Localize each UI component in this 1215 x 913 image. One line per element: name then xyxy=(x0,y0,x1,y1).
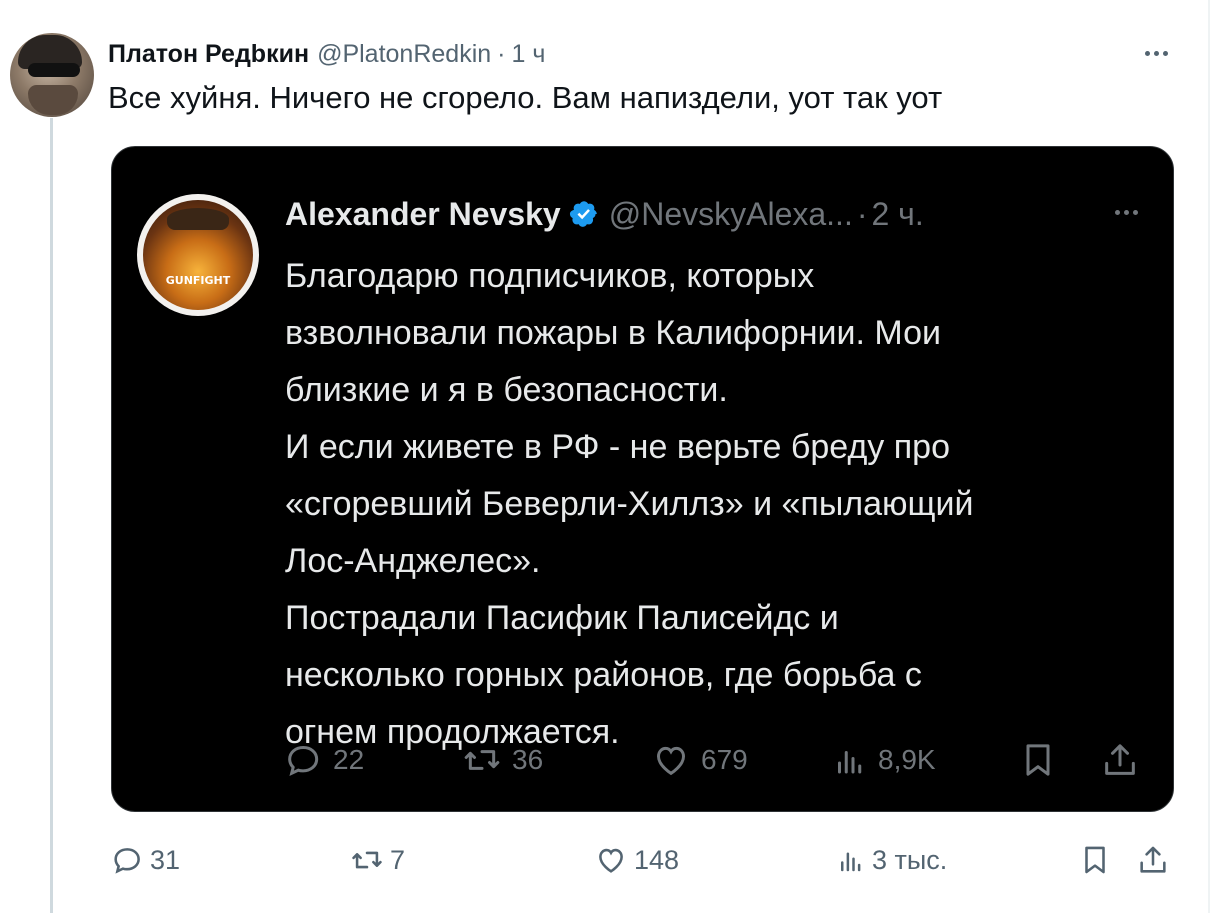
avatar[interactable] xyxy=(10,33,94,117)
reply-icon xyxy=(288,745,319,777)
reply-count: 22 xyxy=(333,744,365,775)
separator-dot: · xyxy=(497,39,506,68)
quoted-text-line: Лос-Анджелес». xyxy=(285,542,541,580)
reply-count: 31 xyxy=(150,844,181,875)
like-count: 148 xyxy=(634,844,680,875)
heart-icon xyxy=(656,746,686,776)
quoted-text-line: Пострадали Пасифик Палисейдс и xyxy=(285,599,839,637)
views-count: 3 тыс. xyxy=(872,844,948,875)
tweet-header: Платон Редbкин @PlatonRedkin · 1 ч xyxy=(108,36,545,72)
quoted-timestamp[interactable]: 2 ч. xyxy=(871,196,923,233)
more-options-button[interactable] xyxy=(1136,38,1176,68)
thread-connector-line xyxy=(50,118,53,913)
avatar-beard xyxy=(28,85,78,115)
avatar-logo-text: GUNFIGHT xyxy=(165,274,231,287)
views-button[interactable]: 3 тыс. xyxy=(836,842,947,878)
quoted-repost-button[interactable]: 36 xyxy=(462,738,543,782)
bookmark-button[interactable] xyxy=(1078,842,1112,878)
share-icon xyxy=(1140,846,1166,873)
quoted-tweet-header: Alexander Nevsky @NevskyAlexa... · 2 ч. xyxy=(285,194,924,234)
repost-icon xyxy=(464,750,500,770)
bookmark-icon xyxy=(1026,744,1050,776)
quoted-more-options-button[interactable] xyxy=(1106,202,1146,222)
more-dot-icon xyxy=(1144,50,1150,56)
quoted-author-handle[interactable]: @NevskyAlexa... xyxy=(609,196,853,233)
more-dot-icon xyxy=(1132,209,1138,215)
views-count: 8,9K xyxy=(878,744,936,775)
share-icon xyxy=(1105,744,1135,775)
quoted-share-button[interactable] xyxy=(1100,738,1140,782)
quoted-text-line: Благодарю подписчиков, которых xyxy=(285,257,815,295)
quoted-like-button[interactable]: 679 xyxy=(651,738,748,782)
author-handle[interactable]: @PlatonRedkin xyxy=(317,40,491,69)
repost-count: 36 xyxy=(512,744,544,775)
quoted-avatar[interactable]: GUNFIGHT xyxy=(137,194,259,316)
more-dot-icon xyxy=(1123,209,1129,215)
avatar-hat xyxy=(167,208,229,230)
repost-icon xyxy=(352,851,382,869)
quoted-tweet-text: Благодарю подписчиков, которых взволнова… xyxy=(285,248,1155,761)
like-button[interactable]: 148 xyxy=(594,842,679,878)
bookmark-icon xyxy=(1085,846,1105,874)
quoted-text-line: несколько горных районов, где борьба с xyxy=(285,656,922,694)
more-dot-icon xyxy=(1153,50,1159,56)
reply-button[interactable]: 31 xyxy=(110,842,180,878)
share-button[interactable] xyxy=(1136,842,1170,878)
quoted-views-button[interactable]: 8,9K xyxy=(832,738,936,782)
tweet-text: Все хуйня. Ничего не сгорело. Вам напизд… xyxy=(108,80,943,115)
author-name[interactable]: Платон Редbкин xyxy=(108,40,309,69)
more-dot-icon xyxy=(1114,209,1120,215)
quoted-author-name[interactable]: Alexander Nevsky xyxy=(285,196,561,233)
reply-icon xyxy=(114,848,140,874)
quoted-reply-button[interactable]: 22 xyxy=(283,738,364,782)
quoted-text-line: близкие и я в безопасности. xyxy=(285,371,728,409)
verified-badge-icon xyxy=(569,201,597,227)
quoted-text-line: «сгоревший Беверли-Хиллз» и «пылающий xyxy=(285,485,974,523)
views-icon xyxy=(838,751,862,774)
timestamp[interactable]: 1 ч xyxy=(511,40,545,69)
more-dot-icon xyxy=(1162,50,1168,56)
views-icon xyxy=(841,852,861,872)
separator-dot: · xyxy=(856,195,868,232)
heart-icon xyxy=(599,848,623,873)
column-border xyxy=(1208,0,1210,913)
quoted-text-line: взволновали пожары в Калифорнии. Мои xyxy=(285,314,941,352)
repost-count: 7 xyxy=(390,844,406,875)
quoted-text-line: И если живете в РФ - не верьте бреду про xyxy=(285,428,950,466)
quoted-bookmark-button[interactable] xyxy=(1018,738,1058,782)
repost-button[interactable]: 7 xyxy=(350,842,405,878)
like-count: 679 xyxy=(701,744,748,775)
avatar-glasses xyxy=(28,63,80,77)
